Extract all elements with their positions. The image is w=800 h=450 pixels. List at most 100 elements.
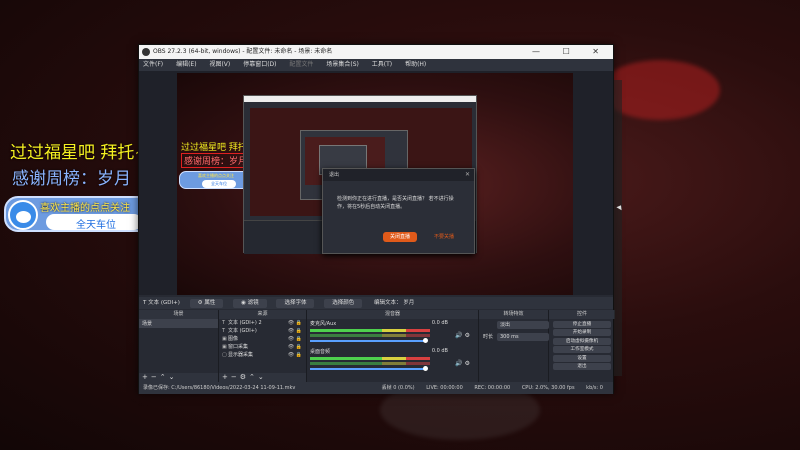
up-icon[interactable]: ⌃	[160, 373, 169, 381]
controls-dock: 控件 停止直播 开始录制 启动虚拟摄像机 工作室模式 设置 退出	[549, 310, 615, 382]
obs-logo-icon	[142, 48, 150, 56]
context-bar: T 文本 (GDI+) ⚙ 属性 ◉ 滤镜 选择字体 选择颜色 编辑文本： 岁月	[139, 297, 613, 309]
stop-stream-button[interactable]: 关闭直播	[383, 232, 417, 242]
dialog-message: 检测到你正在进行直播，是否关闭直播？ 若不进行操作，将在5秒后自动关闭直播。	[337, 196, 454, 210]
preview-follow-text: 喜欢主播的点点关注	[198, 173, 234, 178]
sources-toolbar: +−⚙⌃⌄	[219, 373, 306, 382]
filter-icon: ◉	[241, 300, 246, 306]
source-label: 文本 (GDI+)	[228, 328, 257, 334]
channel-db: 0.0 dB	[431, 320, 448, 326]
background-window-edge	[614, 80, 622, 376]
keep-stream-button[interactable]: 不要关播	[427, 232, 461, 242]
rec-time: REC: 00:00:00	[474, 385, 511, 391]
duration-row: 时长 300 ms	[479, 331, 549, 343]
window-controls[interactable]: — ☐ ✕	[532, 45, 609, 59]
transitions-header: 转场特效	[479, 310, 548, 319]
gear-icon[interactable]: ⚙	[240, 373, 249, 381]
overlay-title: 过过福星吧 拜托~	[10, 143, 149, 163]
mixer-channel: 麦克风/Aux 0.0 dB 🔊 ⚙	[307, 319, 478, 347]
cpu-fps: CPU: 2.0%, 30.00 fps	[521, 385, 575, 391]
filters-button[interactable]: ◉ 滤镜	[233, 299, 267, 308]
eye-lock-icon[interactable]: 👁 🔒	[288, 351, 302, 359]
properties-button[interactable]: ⚙ 属性	[189, 299, 224, 308]
properties-label: 属性	[204, 300, 216, 306]
status-bar: 录像已保存: C:/Users/86180/Videos/2022-03-24 …	[139, 382, 613, 394]
add-icon[interactable]: +	[142, 373, 151, 381]
virtual-camera-button[interactable]: 启动虚拟摄像机	[553, 337, 611, 345]
menu-tools[interactable]: 工具(T)	[372, 61, 392, 68]
source-row[interactable]: T 文本 (GDI+) 👁 🔒	[219, 327, 306, 335]
menu-view[interactable]: 视图(V)	[209, 61, 230, 68]
exit-button[interactable]: 退出	[553, 363, 611, 370]
studio-mode-button[interactable]: 工作室模式	[553, 346, 611, 353]
slider-handle[interactable]	[423, 338, 428, 343]
scenes-dock: 场景 场景 +−⌃⌄	[139, 310, 219, 382]
choose-font-button[interactable]: 选择字体	[276, 299, 315, 308]
source-label: 显示器采集	[228, 352, 254, 358]
controls-header: 控件	[549, 310, 615, 319]
channel-db: 0.0 dB	[431, 348, 448, 354]
volume-meter	[310, 334, 430, 337]
eye-lock-icon[interactable]: 👁 🔒	[288, 327, 302, 335]
docks-area: 场景 场景 +−⌃⌄ 来源 T 文本 (GDI+) 2 👁 🔒 T 文本 (GDI+)…	[139, 310, 615, 382]
mixer-dock: 混音器 麦克风/Aux 0.0 dB 🔊 ⚙ 桌面音频 0.0 dB 🔊 ⚙	[307, 310, 479, 382]
source-row[interactable]: T 文本 (GDI+) 2 👁 🔒	[219, 319, 306, 327]
duration-input[interactable]: 300 ms	[497, 333, 549, 341]
up-icon[interactable]: ⌃	[249, 373, 258, 381]
volume-meter	[310, 357, 430, 360]
text-source-icon: T	[143, 300, 147, 306]
transition-select[interactable]: 淡出	[497, 321, 549, 329]
transitions-dock: 转场特效 淡出 时长 300 ms	[479, 310, 549, 382]
volume-meter	[310, 329, 430, 332]
stop-streaming-button[interactable]: 停止直播	[553, 320, 611, 328]
obs-window: OBS 27.2.3 (64-bit, windows) - 配置文件: 未命名…	[138, 44, 615, 394]
mixer-channel: 桌面音频 0.0 dB 🔊 ⚙	[307, 347, 478, 375]
window-titlebar: OBS 27.2.3 (64-bit, windows) - 配置文件: 未命名…	[139, 45, 613, 59]
preview-area: 过过福星吧 拜托~ 感谢周榜：岁月 喜欢主播的点点关注 全天车位 退出 ✕ 检测…	[139, 71, 613, 295]
eye-lock-icon[interactable]: 👁 🔒	[288, 343, 302, 351]
scene-item[interactable]: 场景	[139, 319, 218, 328]
source-label: 窗口采集	[228, 344, 249, 350]
eye-lock-icon[interactable]: 👁 🔒	[288, 335, 302, 343]
preview-follow-banner: 喜欢主播的点点关注 全天车位	[179, 171, 253, 189]
sources-dock: 来源 T 文本 (GDI+) 2 👁 🔒 T 文本 (GDI+) 👁 🔒 ▣图像 👁 🔒 …	[219, 310, 307, 382]
menu-profile[interactable]: 配置文件	[289, 61, 313, 68]
start-recording-button[interactable]: 开始录制	[553, 329, 611, 336]
kbps: kb/s: 0	[586, 385, 603, 391]
slider-handle[interactable]	[423, 366, 428, 371]
follow-pill: 全天车位	[46, 214, 142, 231]
channel-name: 麦克风/Aux	[310, 321, 337, 327]
source-row[interactable]: ▢显示器采集 👁 🔒	[219, 351, 306, 359]
eye-lock-icon[interactable]: 👁 🔒	[288, 319, 302, 327]
scenes-toolbar: +−⌃⌄	[139, 373, 218, 382]
choose-color-button[interactable]: 选择颜色	[324, 299, 363, 308]
dialog-title: 退出	[323, 169, 474, 181]
down-icon[interactable]: ⌄	[258, 373, 267, 381]
menu-file[interactable]: 文件(F)	[143, 61, 163, 68]
mixer-header: 混音器	[307, 310, 478, 319]
edit-text-value[interactable]: 岁月	[403, 300, 414, 306]
source-row[interactable]: ▣图像 👁 🔒	[219, 335, 306, 343]
speaker-gear-icon[interactable]: 🔊 ⚙	[455, 360, 470, 367]
follow-text: 喜欢主播的点点关注	[40, 203, 130, 214]
gear-icon: ⚙	[197, 300, 203, 306]
down-icon[interactable]: ⌄	[169, 373, 178, 381]
speaker-gear-icon[interactable]: 🔊 ⚙	[455, 332, 470, 339]
preview-follow-pill: 全天车位	[202, 180, 236, 188]
source-row[interactable]: ▣窗口采集 👁 🔒	[219, 343, 306, 351]
add-icon[interactable]: +	[222, 373, 231, 381]
volume-slider[interactable]	[310, 366, 428, 371]
follow-banner: 喜欢主播的点点关注 全天车位 ❄	[4, 196, 158, 232]
settings-button[interactable]: 设置	[553, 354, 611, 362]
preview-canvas[interactable]: 过过福星吧 拜托~ 感谢周榜：岁月 喜欢主播的点点关注 全天车位 退出 ✕ 检测…	[177, 73, 573, 295]
menu-scene-collection[interactable]: 场景集合(S)	[326, 61, 359, 68]
menu-docks[interactable]: 停靠窗口(D)	[243, 61, 276, 68]
menu-edit[interactable]: 编辑(E)	[176, 61, 196, 68]
menu-help[interactable]: 帮助(H)	[405, 61, 426, 68]
dialog-close-icon[interactable]: ✕	[465, 171, 470, 178]
remove-icon[interactable]: −	[231, 373, 240, 381]
status-stats: 丢帧 0 (0.0%) LIVE: 00:00:00 REC: 00:00:00…	[372, 382, 603, 394]
remove-icon[interactable]: −	[151, 373, 160, 381]
volume-slider[interactable]	[310, 338, 428, 343]
channel-name: 桌面音频	[310, 349, 331, 355]
